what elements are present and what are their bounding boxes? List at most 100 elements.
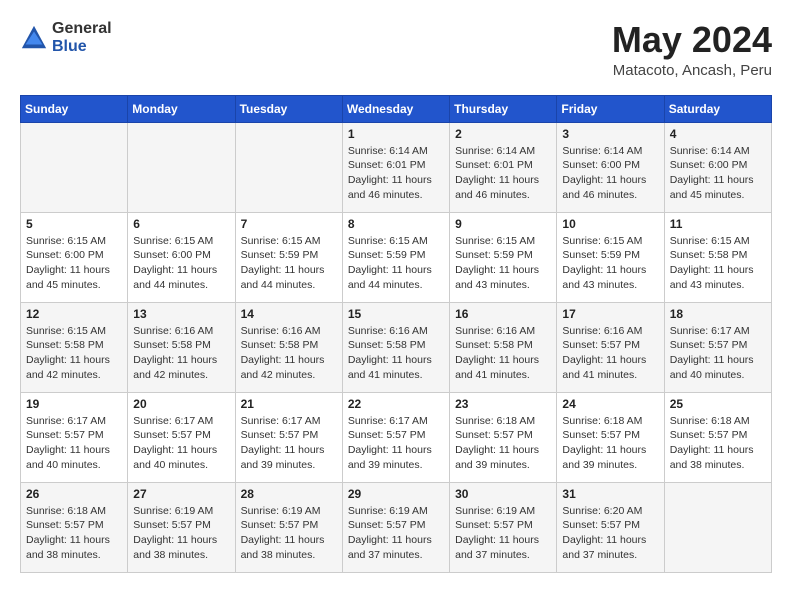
weekday-header-friday: Friday: [557, 95, 664, 122]
calendar-cell: 12 Sunrise: 6:15 AM Sunset: 5:58 PM Dayli…: [21, 302, 128, 392]
calendar-cell: 11 Sunrise: 6:15 AM Sunset: 5:58 PM Dayli…: [664, 212, 771, 302]
calendar-cell: 7 Sunrise: 6:15 AM Sunset: 5:59 PM Daylig…: [235, 212, 342, 302]
day-info: Sunrise: 6:15 AM Sunset: 5:59 PM Dayligh…: [455, 234, 551, 293]
day-number: 2: [455, 127, 551, 141]
month-title: May 2024: [612, 20, 772, 60]
day-number: 31: [562, 487, 658, 501]
day-number: 19: [26, 397, 122, 411]
page-header: General Blue May 2024 Matacoto, Ancash, …: [20, 20, 772, 79]
day-number: 6: [133, 217, 229, 231]
calendar-cell: 30Sunrise: 6:19 AM Sunset: 5:57 PM Dayli…: [450, 482, 557, 572]
weekday-header-saturday: Saturday: [664, 95, 771, 122]
calendar-cell: 31Sunrise: 6:20 AM Sunset: 5:57 PM Dayli…: [557, 482, 664, 572]
weekday-header-wednesday: Wednesday: [342, 95, 449, 122]
day-number: 1: [348, 127, 444, 141]
day-number: 8: [348, 217, 444, 231]
calendar-cell: 4 Sunrise: 6:14 AM Sunset: 6:00 PM Daylig…: [664, 122, 771, 212]
calendar-week-5: 26Sunrise: 6:18 AM Sunset: 5:57 PM Dayli…: [21, 482, 772, 572]
weekday-row: SundayMondayTuesdayWednesdayThursdayFrid…: [21, 95, 772, 122]
day-number: 26: [26, 487, 122, 501]
calendar-cell: 19 Sunrise: 6:17 AM Sunset: 5:57 PM Dayli…: [21, 392, 128, 482]
day-info: Sunrise: 6:15 AM Sunset: 5:59 PM Dayligh…: [241, 234, 337, 293]
calendar-cell: 27 Sunrise: 6:19 AM Sunset: 5:57 PM Dayli…: [128, 482, 235, 572]
calendar-cell: 28 Sunrise: 6:19 AM Sunset: 5:57 PM Dayli…: [235, 482, 342, 572]
day-info: Sunrise: 6:15 AM Sunset: 5:58 PM Dayligh…: [670, 234, 766, 293]
calendar-week-2: 5Sunrise: 6:15 AM Sunset: 6:00 PM Daylig…: [21, 212, 772, 302]
day-info: Sunrise: 6:17 AM Sunset: 5:57 PM Dayligh…: [133, 414, 229, 473]
calendar-cell: 25 Sunrise: 6:18 AM Sunset: 5:57 PM Dayli…: [664, 392, 771, 482]
day-info: Sunrise: 6:15 AM Sunset: 5:58 PM Dayligh…: [26, 324, 122, 383]
calendar-cell: 3 Sunrise: 6:14 AM Sunset: 6:00 PM Daylig…: [557, 122, 664, 212]
calendar-cell: [128, 122, 235, 212]
title-block: May 2024 Matacoto, Ancash, Peru: [612, 20, 772, 79]
day-number: 13: [133, 307, 229, 321]
calendar-cell: 29 Sunrise: 6:19 AM Sunset: 5:57 PM Dayli…: [342, 482, 449, 572]
calendar-cell: 24 Sunrise: 6:18 AM Sunset: 5:57 PM Dayli…: [557, 392, 664, 482]
day-info: Sunrise: 6:16 AM Sunset: 5:58 PM Dayligh…: [241, 324, 337, 383]
day-info: Sunrise: 6:17 AM Sunset: 5:57 PM Dayligh…: [26, 414, 122, 473]
day-number: 10: [562, 217, 658, 231]
day-info: Sunrise: 6:16 AM Sunset: 5:58 PM Dayligh…: [455, 324, 551, 383]
calendar-cell: 15Sunrise: 6:16 AM Sunset: 5:58 PM Dayli…: [342, 302, 449, 392]
day-number: 27: [133, 487, 229, 501]
calendar-week-3: 12 Sunrise: 6:15 AM Sunset: 5:58 PM Dayli…: [21, 302, 772, 392]
calendar-week-1: 1 Sunrise: 6:14 AM Sunset: 6:01 PM Daylig…: [21, 122, 772, 212]
day-info: Sunrise: 6:14 AM Sunset: 6:01 PM Dayligh…: [348, 144, 444, 203]
day-number: 28: [241, 487, 337, 501]
location-label: Matacoto, Ancash, Peru: [612, 62, 772, 79]
day-number: 20: [133, 397, 229, 411]
day-info: Sunrise: 6:17 AM Sunset: 5:57 PM Dayligh…: [670, 324, 766, 383]
weekday-header-tuesday: Tuesday: [235, 95, 342, 122]
day-info: Sunrise: 6:17 AM Sunset: 5:57 PM Dayligh…: [241, 414, 337, 473]
day-info: Sunrise: 6:14 AM Sunset: 6:00 PM Dayligh…: [670, 144, 766, 203]
day-info: Sunrise: 6:18 AM Sunset: 5:57 PM Dayligh…: [562, 414, 658, 473]
day-info: Sunrise: 6:18 AM Sunset: 5:57 PM Dayligh…: [455, 414, 551, 473]
day-number: 7: [241, 217, 337, 231]
logo-general-text: General: [52, 20, 112, 38]
calendar-cell: 21 Sunrise: 6:17 AM Sunset: 5:57 PM Dayli…: [235, 392, 342, 482]
calendar-cell: 14 Sunrise: 6:16 AM Sunset: 5:58 PM Dayli…: [235, 302, 342, 392]
calendar-cell: 17Sunrise: 6:16 AM Sunset: 5:57 PM Dayli…: [557, 302, 664, 392]
day-info: Sunrise: 6:16 AM Sunset: 5:58 PM Dayligh…: [133, 324, 229, 383]
day-info: Sunrise: 6:18 AM Sunset: 5:57 PM Dayligh…: [670, 414, 766, 473]
calendar-header: SundayMondayTuesdayWednesdayThursdayFrid…: [21, 95, 772, 122]
day-number: 21: [241, 397, 337, 411]
day-info: Sunrise: 6:17 AM Sunset: 5:57 PM Dayligh…: [348, 414, 444, 473]
calendar-cell: [21, 122, 128, 212]
day-info: Sunrise: 6:15 AM Sunset: 5:59 PM Dayligh…: [562, 234, 658, 293]
calendar-cell: 18Sunrise: 6:17 AM Sunset: 5:57 PM Dayli…: [664, 302, 771, 392]
calendar-cell: 10 Sunrise: 6:15 AM Sunset: 5:59 PM Dayli…: [557, 212, 664, 302]
weekday-header-thursday: Thursday: [450, 95, 557, 122]
calendar-cell: 9Sunrise: 6:15 AM Sunset: 5:59 PM Daylig…: [450, 212, 557, 302]
day-info: Sunrise: 6:16 AM Sunset: 5:58 PM Dayligh…: [348, 324, 444, 383]
logo: General Blue: [20, 20, 112, 55]
calendar-cell: 8Sunrise: 6:15 AM Sunset: 5:59 PM Daylig…: [342, 212, 449, 302]
calendar-cell: [664, 482, 771, 572]
day-info: Sunrise: 6:19 AM Sunset: 5:57 PM Dayligh…: [133, 504, 229, 563]
calendar-week-4: 19 Sunrise: 6:17 AM Sunset: 5:57 PM Dayli…: [21, 392, 772, 482]
day-number: 4: [670, 127, 766, 141]
day-info: Sunrise: 6:14 AM Sunset: 6:00 PM Dayligh…: [562, 144, 658, 203]
day-number: 24: [562, 397, 658, 411]
calendar-cell: 20 Sunrise: 6:17 AM Sunset: 5:57 PM Dayli…: [128, 392, 235, 482]
day-info: Sunrise: 6:19 AM Sunset: 5:57 PM Dayligh…: [241, 504, 337, 563]
day-number: 23: [455, 397, 551, 411]
day-number: 29: [348, 487, 444, 501]
calendar-table: SundayMondayTuesdayWednesdayThursdayFrid…: [20, 95, 772, 573]
day-info: Sunrise: 6:19 AM Sunset: 5:57 PM Dayligh…: [455, 504, 551, 563]
day-number: 17: [562, 307, 658, 321]
calendar-cell: 6Sunrise: 6:15 AM Sunset: 6:00 PM Daylig…: [128, 212, 235, 302]
day-number: 11: [670, 217, 766, 231]
day-number: 22: [348, 397, 444, 411]
day-number: 12: [26, 307, 122, 321]
day-number: 3: [562, 127, 658, 141]
day-number: 14: [241, 307, 337, 321]
weekday-header-sunday: Sunday: [21, 95, 128, 122]
day-info: Sunrise: 6:15 AM Sunset: 6:00 PM Dayligh…: [26, 234, 122, 293]
calendar-cell: 1 Sunrise: 6:14 AM Sunset: 6:01 PM Daylig…: [342, 122, 449, 212]
day-number: 25: [670, 397, 766, 411]
day-info: Sunrise: 6:19 AM Sunset: 5:57 PM Dayligh…: [348, 504, 444, 563]
calendar-cell: 23 Sunrise: 6:18 AM Sunset: 5:57 PM Dayli…: [450, 392, 557, 482]
weekday-header-monday: Monday: [128, 95, 235, 122]
calendar-cell: 2Sunrise: 6:14 AM Sunset: 6:01 PM Daylig…: [450, 122, 557, 212]
